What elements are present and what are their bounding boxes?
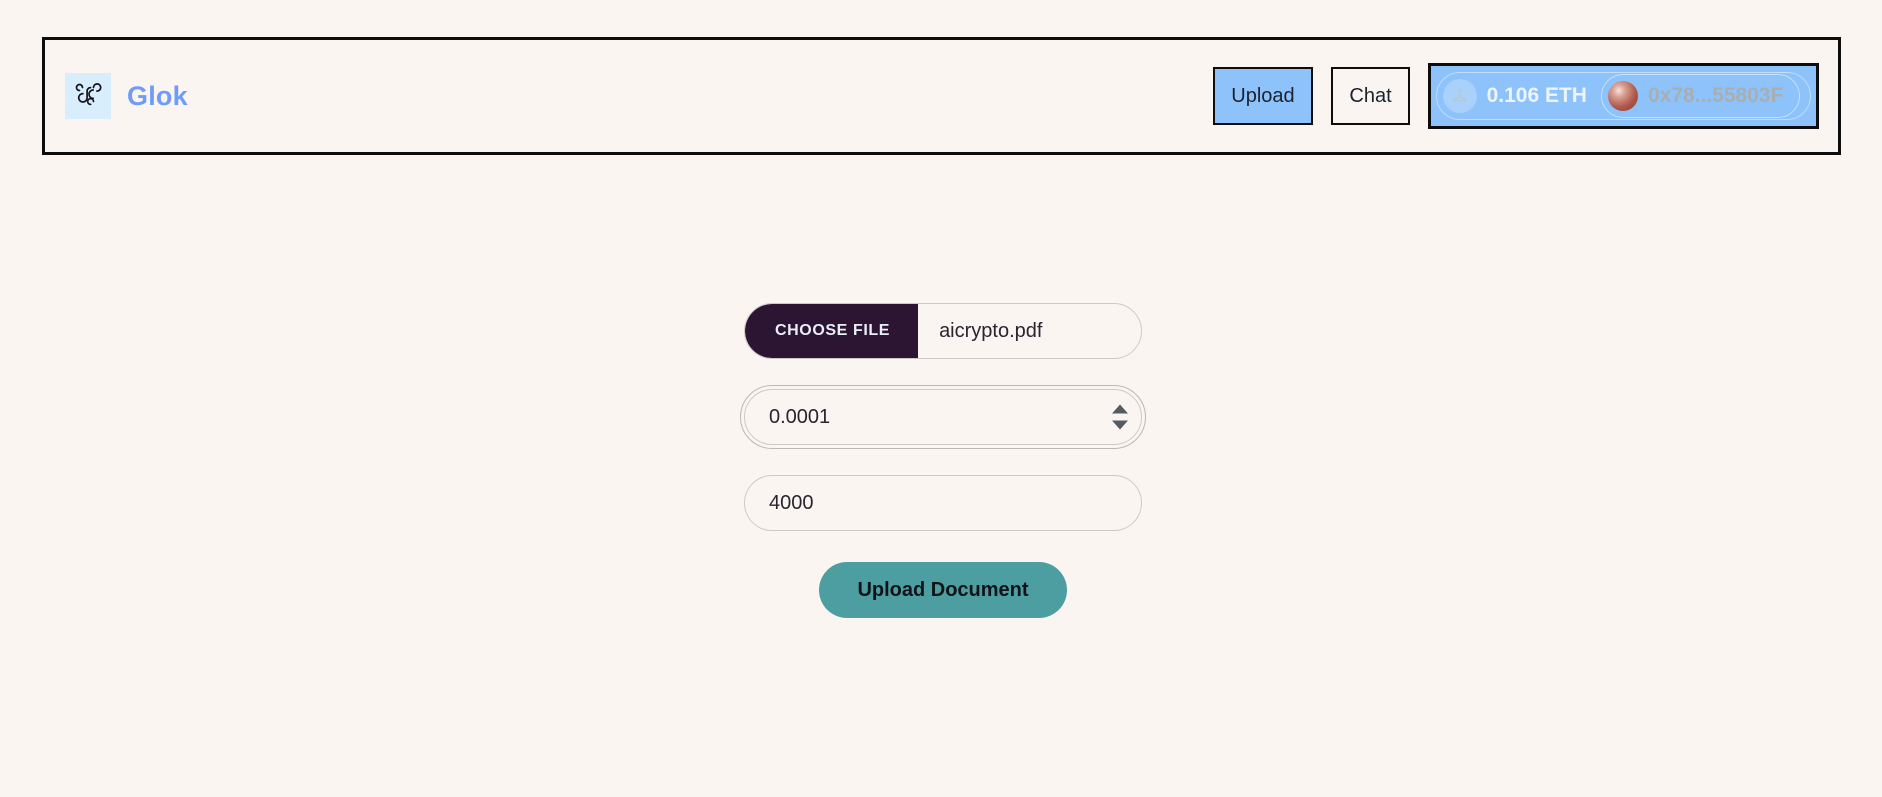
supply-input-wrap [744,475,1142,531]
spinner-down-arrow-icon[interactable] [1112,420,1128,430]
brand: Glok [65,73,188,119]
file-input-row[interactable]: CHOOSE FILE aicrypto.pdf [744,303,1142,359]
selected-file-name: aicrypto.pdf [939,319,1043,342]
chat-tab-button[interactable]: Chat [1331,67,1410,125]
brand-name: Glok [127,80,188,111]
header-actions: Upload Chat 0.106 ETH 0x78...55803F [1213,63,1819,129]
wallet-address: 0x78...55803F [1647,84,1784,107]
wallet-balance: 0.106 ETH [1486,84,1587,107]
choose-file-button[interactable]: CHOOSE FILE [745,304,919,358]
submit-row: Upload Document [744,562,1142,618]
upload-document-button[interactable]: Upload Document [819,562,1067,618]
upload-tab-button[interactable]: Upload [1213,67,1313,125]
app-header: Glok Upload Chat 0.106 ETH 0x78...55803F [42,37,1841,155]
spinner-up-arrow-icon[interactable] [1112,404,1128,414]
glok-knot-logo-icon [65,73,111,119]
price-input[interactable] [744,389,1142,445]
wallet-badge[interactable]: 0.106 ETH 0x78...55803F [1428,63,1819,129]
price-spinner[interactable] [1112,404,1128,430]
upload-form: CHOOSE FILE aicrypto.pdf Upload Document [740,303,1146,618]
wallet-address-pill[interactable]: 0x78...55803F [1600,74,1801,118]
wallet-avatar-sphere [1607,81,1638,111]
wallet-inner: 0.106 ETH 0x78...55803F [1435,72,1812,120]
price-input-wrap [740,385,1146,449]
network-nodes-icon [1442,79,1477,113]
supply-input[interactable] [744,475,1142,531]
